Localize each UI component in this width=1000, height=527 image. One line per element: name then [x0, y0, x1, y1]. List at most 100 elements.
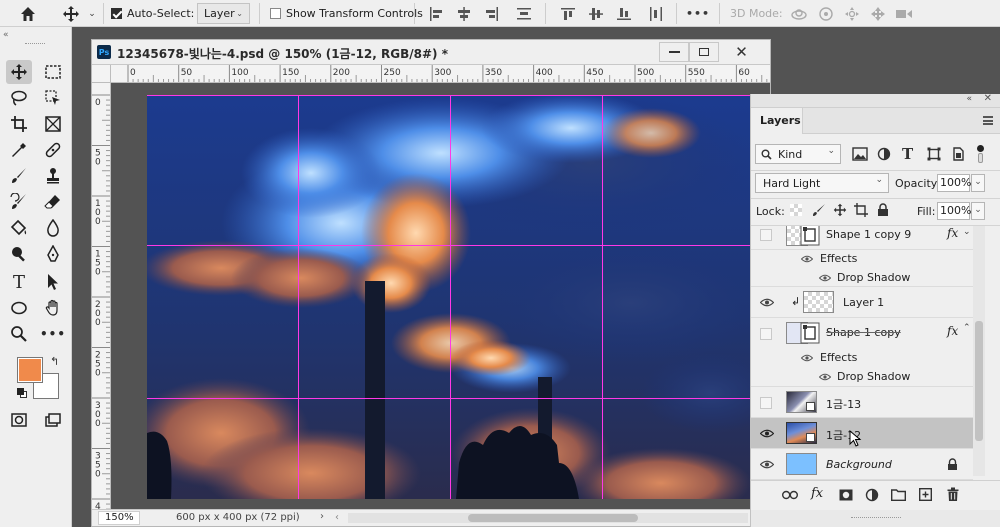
layer-row-shape-1-copy-9[interactable]: Shape 1 copy 9 fx ⌄: [751, 226, 973, 250]
fx-icon[interactable]: fx: [947, 226, 958, 240]
scroll-left-icon[interactable]: ‹: [335, 512, 339, 523]
collapse-panel-icon[interactable]: «: [3, 30, 9, 40]
minimize-button[interactable]: [659, 42, 689, 62]
dodge-tool-icon[interactable]: [6, 242, 32, 266]
panel-grip[interactable]: [25, 43, 45, 45]
eye-icon[interactable]: [760, 429, 774, 438]
add-layer-style-icon[interactable]: fx: [811, 486, 823, 501]
collapse-panel-icon[interactable]: «: [966, 94, 972, 104]
show-transform-checkbox[interactable]: Show Transform Controls: [270, 3, 423, 24]
filter-toggle-track[interactable]: [978, 153, 983, 163]
horizontal-scrollbar[interactable]: [348, 513, 748, 523]
more-options-icon[interactable]: •••: [686, 3, 710, 24]
type-tool-icon[interactable]: T: [6, 270, 32, 294]
quick-mask-icon[interactable]: [6, 408, 32, 432]
chevron-up-icon[interactable]: ⌃: [963, 323, 971, 333]
fill-slider-button[interactable]: ⌄: [971, 202, 985, 220]
object-selection-icon[interactable]: [40, 86, 66, 110]
pen-tool-icon[interactable]: [40, 242, 66, 266]
zoom-field[interactable]: 150%: [98, 511, 140, 525]
eye-icon[interactable]: [819, 373, 831, 381]
layer-row-1-13[interactable]: 1금-13: [751, 387, 973, 418]
healing-brush-icon[interactable]: [40, 138, 66, 162]
edit-toolbar-icon[interactable]: •••: [40, 322, 66, 346]
effects-row[interactable]: Effects: [751, 349, 973, 367]
distribute-vertical-icon[interactable]: [512, 3, 536, 24]
layer-row-background[interactable]: Background: [751, 449, 973, 480]
align-top-edges-icon[interactable]: [556, 3, 580, 24]
drop-shadow-row[interactable]: Drop Shadow: [751, 367, 973, 387]
close-panel-icon[interactable]: ✕: [984, 93, 992, 104]
visibility-toggle-off[interactable]: [760, 328, 772, 340]
3d-scale-icon[interactable]: [893, 3, 915, 24]
screen-mode-icon[interactable]: [40, 408, 66, 432]
panel-grip[interactable]: [851, 517, 901, 519]
lock-all-icon[interactable]: [877, 203, 889, 217]
eye-icon[interactable]: [801, 255, 813, 263]
chevron-down-icon[interactable]: ⌄: [86, 3, 98, 24]
home-icon[interactable]: [14, 3, 42, 24]
layer-row-1-12[interactable]: 1금-12: [751, 418, 973, 449]
align-right-edges-icon[interactable]: [480, 3, 504, 24]
move-tool-preset-icon[interactable]: [58, 3, 84, 24]
new-group-icon[interactable]: [891, 489, 906, 501]
lasso-tool-icon[interactable]: [6, 86, 32, 110]
opacity-input[interactable]: 100%: [937, 174, 971, 192]
align-horizontal-centers-icon[interactable]: [452, 3, 476, 24]
layer-row-layer-1[interactable]: ↲ Layer 1: [751, 287, 973, 318]
lock-transparent-pixels-icon[interactable]: [790, 204, 802, 216]
close-button[interactable]: ✕: [719, 42, 764, 62]
filter-kind-dropdown[interactable]: Kind ⌄: [755, 144, 841, 164]
canvas-image[interactable]: [111, 83, 770, 511]
restore-button[interactable]: [689, 42, 719, 62]
blur-tool-icon[interactable]: [40, 216, 66, 240]
filter-smart-objects-icon[interactable]: [951, 147, 965, 161]
filter-adjustment-layers-icon[interactable]: [877, 147, 891, 161]
filter-type-layers-icon[interactable]: T: [902, 145, 913, 163]
visibility-toggle-off[interactable]: [760, 229, 772, 241]
default-colors-icon[interactable]: [17, 388, 27, 398]
path-selection-icon[interactable]: [40, 270, 66, 294]
eye-icon[interactable]: [801, 354, 813, 362]
brush-tool-icon[interactable]: [6, 164, 32, 188]
fx-icon[interactable]: fx: [947, 324, 958, 338]
3d-orbit-icon[interactable]: [788, 3, 810, 24]
layers-tab[interactable]: Layers: [751, 108, 803, 134]
panel-menu-icon[interactable]: [983, 116, 993, 125]
horizontal-scroll-thumb[interactable]: [468, 514, 638, 522]
panel-header-strip[interactable]: « ✕: [751, 93, 1000, 108]
rectangular-marquee-icon[interactable]: [40, 60, 66, 84]
hand-tool-icon[interactable]: [40, 296, 66, 320]
link-layers-icon[interactable]: [782, 490, 798, 500]
vertical-ruler[interactable]: 050100150200250300350400: [92, 83, 111, 511]
document-info[interactable]: 600 px x 400 px (72 ppi): [176, 512, 300, 523]
lock-artboard-icon[interactable]: [854, 203, 868, 217]
move-tool-icon[interactable]: [6, 60, 32, 84]
align-bottom-edges-icon[interactable]: [612, 3, 636, 24]
paint-bucket-icon[interactable]: [6, 216, 32, 240]
3d-slide-icon[interactable]: [867, 3, 889, 24]
chevron-right-icon[interactable]: ›: [320, 511, 324, 522]
auto-select-checkbox[interactable]: Auto-Select:: [111, 3, 194, 24]
swap-colors-icon[interactable]: ↰: [50, 355, 59, 368]
history-brush-icon[interactable]: [6, 190, 32, 214]
frame-tool-icon[interactable]: [40, 112, 66, 136]
layers-scrollbar[interactable]: [973, 226, 985, 476]
eye-icon[interactable]: [819, 274, 831, 282]
document-title-bar[interactable]: Ps 12345678-빛나는-4.psd @ 150% (1금-12, RGB…: [92, 40, 770, 65]
crop-tool-icon[interactable]: [6, 112, 32, 136]
align-vertical-centers-icon[interactable]: [584, 3, 608, 24]
fill-input[interactable]: 100%: [937, 202, 971, 220]
layers-scroll-thumb[interactable]: [975, 321, 983, 441]
horizontal-ruler[interactable]: 0 50 100 150 200 250 300 350 400 450 500 550 60: [111, 65, 770, 83]
zoom-tool-icon[interactable]: [6, 322, 32, 346]
chevron-down-icon[interactable]: ⌄: [963, 227, 971, 237]
blend-mode-dropdown[interactable]: Hard Light ⌄: [755, 173, 889, 193]
eyedropper-tool-icon[interactable]: [6, 138, 32, 162]
clone-stamp-icon[interactable]: [40, 164, 66, 188]
canvas-area[interactable]: [111, 83, 770, 511]
lock-position-icon[interactable]: [833, 203, 847, 217]
delete-layer-icon[interactable]: [947, 487, 959, 502]
filter-shape-layers-icon[interactable]: [927, 147, 941, 161]
visibility-toggle-off[interactable]: [760, 397, 772, 409]
